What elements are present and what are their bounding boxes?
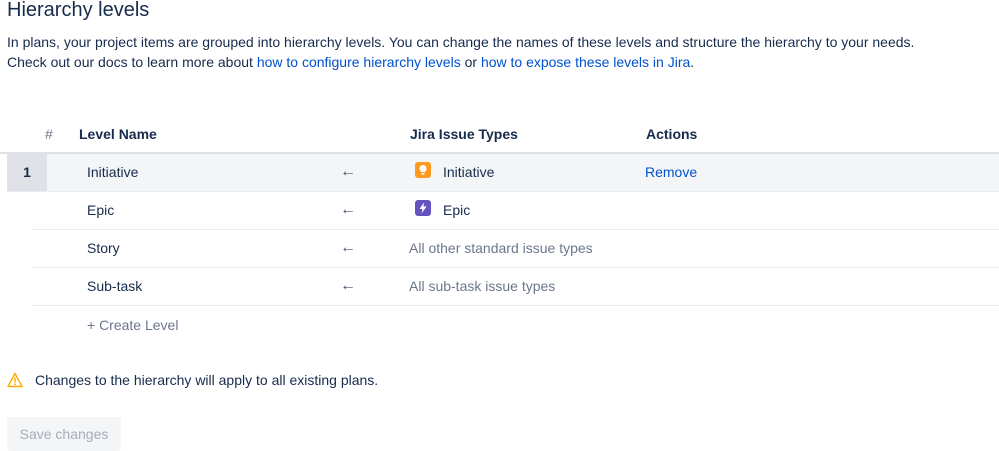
level-name-subtask[interactable]: Sub-task xyxy=(87,278,142,294)
left-arrow-icon: ← xyxy=(340,277,356,294)
description-or: or xyxy=(460,54,481,70)
warning-icon xyxy=(7,372,23,388)
issue-type-standard: All other standard issue types xyxy=(409,240,593,256)
page-title: Hierarchy levels xyxy=(7,0,150,21)
table-header: # Level Name Jira Issue Types Actions xyxy=(0,115,999,154)
configure-hierarchy-link[interactable]: how to configure hierarchy levels xyxy=(257,54,461,70)
remove-button[interactable]: Remove xyxy=(645,164,697,180)
header-level-name: Level Name xyxy=(79,126,157,142)
issue-type-subtask: All sub-task issue types xyxy=(409,278,556,294)
hierarchy-table: # Level Name Jira Issue Types Actions 1 … xyxy=(0,115,999,343)
left-arrow-icon: ← xyxy=(340,163,356,180)
level-name-story[interactable]: Story xyxy=(87,240,120,256)
table-row-subtask[interactable]: Sub-task ← All sub-task issue types xyxy=(32,268,999,306)
initiative-icon xyxy=(415,162,431,178)
page-description: In plans, your project items are grouped… xyxy=(7,32,992,72)
create-level-row: + Create Level xyxy=(32,306,999,343)
issue-type-label: Initiative xyxy=(443,164,495,180)
header-issue-types: Jira Issue Types xyxy=(410,126,518,142)
description-line-1: In plans, your project items are grouped… xyxy=(7,34,915,50)
header-number: # xyxy=(45,126,53,142)
create-level-button[interactable]: + Create Level xyxy=(87,317,178,333)
header-actions: Actions xyxy=(646,126,698,142)
table-row-story[interactable]: Story ← All other standard issue types xyxy=(32,230,999,268)
issue-type-initiative: Initiative xyxy=(415,162,495,180)
issue-type-label: Epic xyxy=(443,202,471,218)
save-changes-button[interactable]: Save changes xyxy=(7,417,121,451)
table-row-initiative[interactable]: 1 Initiative ← Initiative Remove xyxy=(7,154,999,192)
level-number: 1 xyxy=(7,154,47,191)
epic-icon xyxy=(415,200,431,216)
left-arrow-icon: ← xyxy=(340,239,356,256)
warning-message: Changes to the hierarchy will apply to a… xyxy=(7,372,378,388)
expose-levels-link[interactable]: how to expose these levels in Jira xyxy=(481,54,690,70)
left-arrow-icon: ← xyxy=(340,201,356,218)
table-row-epic[interactable]: Epic ← Epic xyxy=(32,192,999,230)
description-end: . xyxy=(690,54,695,70)
issue-type-epic: Epic xyxy=(415,200,471,218)
level-name-epic[interactable]: Epic xyxy=(87,202,114,218)
warning-text: Changes to the hierarchy will apply to a… xyxy=(35,372,379,388)
level-name-initiative[interactable]: Initiative xyxy=(87,164,138,180)
description-line-2-prefix: Check out our docs to learn more about xyxy=(7,54,257,70)
